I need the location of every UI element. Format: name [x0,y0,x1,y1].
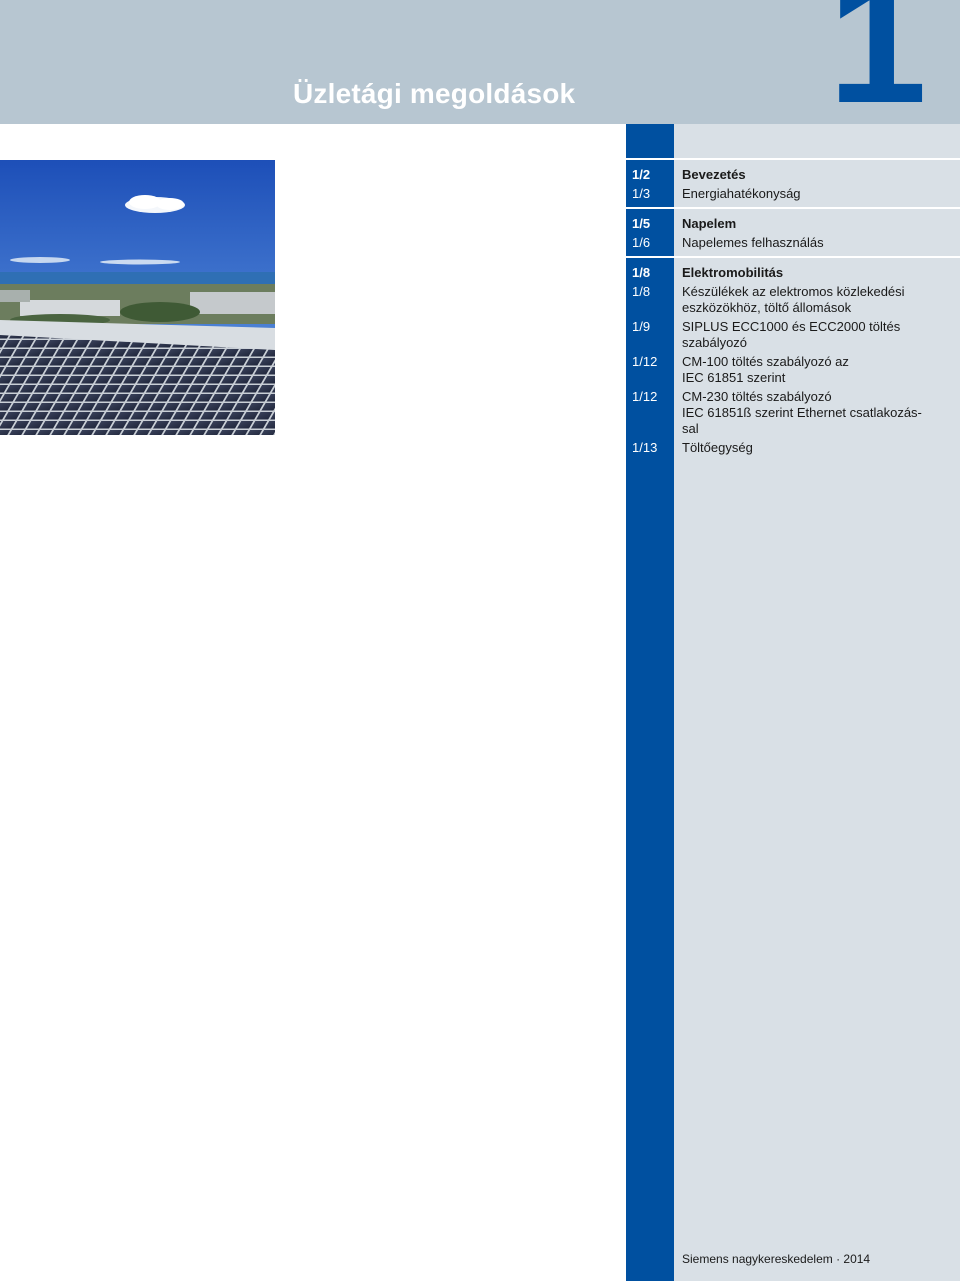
toc-page-number: 1/3 [632,186,651,201]
toc-entry-title: Töltőegység [674,438,960,457]
toc-page-number: 1/13 [632,440,658,455]
toc-section-heading[interactable]: 1/2 Bevezetés [626,165,960,184]
toc-entry-title: Bevezetés [674,165,960,184]
toc-entry-title: Elektromobilitás [674,263,960,282]
toc-entry-line: szabályozó [682,335,748,350]
toc-entry-line: Napelemes felhasználás [682,235,824,250]
toc-page-number: 1/8 [632,284,651,299]
toc-entry-title: SIPLUS ECC1000 és ECC2000 töltés szabályo… [674,317,960,352]
toc-entry-title: CM-230 töltés szabályozó IEC 61851ß szeri… [674,387,960,438]
toc-entry-line: sal [682,421,699,436]
toc-page-number: 1/2 [632,167,651,182]
table-of-contents: 1/2 Bevezetés 1/3 Energiahatékonyság 1/5 Nape… [626,160,960,461]
toc-entry[interactable]: 1/13 Töltőegység [626,438,960,457]
toc-entry-title: Energiahatékonyság [674,184,960,203]
toc-entry-title: Napelemes felhasználás [674,233,960,252]
toc-page-number: 1/5 [632,216,651,231]
toc-entry[interactable]: 1/12 CM-230 töltés szabályozó IEC 61851ß s… [626,387,960,438]
toc-entry-line: CM-230 töltés szabályozó [682,389,832,404]
toc-entry-line: IEC 61851ß szerint Ethernet csatlakozás- [682,405,922,420]
toc-entry-line: eszközökhöz, töltő állomások [682,300,852,315]
toc-entry-line: IEC 61851 szerint [682,370,786,385]
toc-section-heading[interactable]: 1/8 Elektromobilitás [626,263,960,282]
toc-entry[interactable]: 1/8 Készülékek az elektromos közlekedési e… [626,282,960,317]
solar-panel-photo [0,160,275,435]
footer-text: Siemens nagykereskedelem · 2014 [682,1252,871,1266]
toc-entry-title: CM-100 töltés szabályozó az IEC 61851 sze… [674,352,960,387]
chapter-title: Üzletági megoldások [293,78,576,109]
toc-entry-line: CM-100 töltés szabályozó az [682,354,849,369]
toc-page-number: 1/12 [632,389,658,404]
toc-page-number: 1/9 [632,319,651,334]
toc-page-number: 1/12 [632,354,658,369]
toc-section-heading[interactable]: 1/5 Napelem [626,214,960,233]
toc-entry-line: Elektromobilitás [682,265,784,280]
toc-entry-line: Bevezetés [682,167,746,182]
toc-entry[interactable]: 1/12 CM-100 töltés szabályozó az IEC 61851… [626,352,960,387]
toc-entry[interactable]: 1/3 Energiahatékonyság [626,184,960,203]
toc-entry-title: Napelem [674,214,960,233]
toc-entry-line: Készülékek az elektromos közlekedési [682,284,905,299]
toc-entry-title: Készülékek az elektromos közlekedési eszk… [674,282,960,317]
toc-group: 1/5 Napelem 1/6 Napelemes felhasználás [626,209,960,258]
chapter-number: 1 [828,0,927,124]
toc-page-number: 1/8 [632,265,651,280]
toc-page-number: 1/6 [632,235,651,250]
toc-group: 1/2 Bevezetés 1/3 Energiahatékonyság [626,160,960,209]
toc-group: 1/8 Elektromobilitás 1/8 Készülékek az elek… [626,258,960,461]
toc-entry-line: SIPLUS ECC1000 és ECC2000 töltés [682,319,901,334]
toc-entry-line: Töltőegység [682,440,753,455]
toc-entry[interactable]: 1/9 SIPLUS ECC1000 és ECC2000 töltés szabá… [626,317,960,352]
toc-entry[interactable]: 1/6 Napelemes felhasználás [626,233,960,252]
toc-entry-line: Energiahatékonyság [682,186,801,201]
toc-entry-line: Napelem [682,216,737,231]
